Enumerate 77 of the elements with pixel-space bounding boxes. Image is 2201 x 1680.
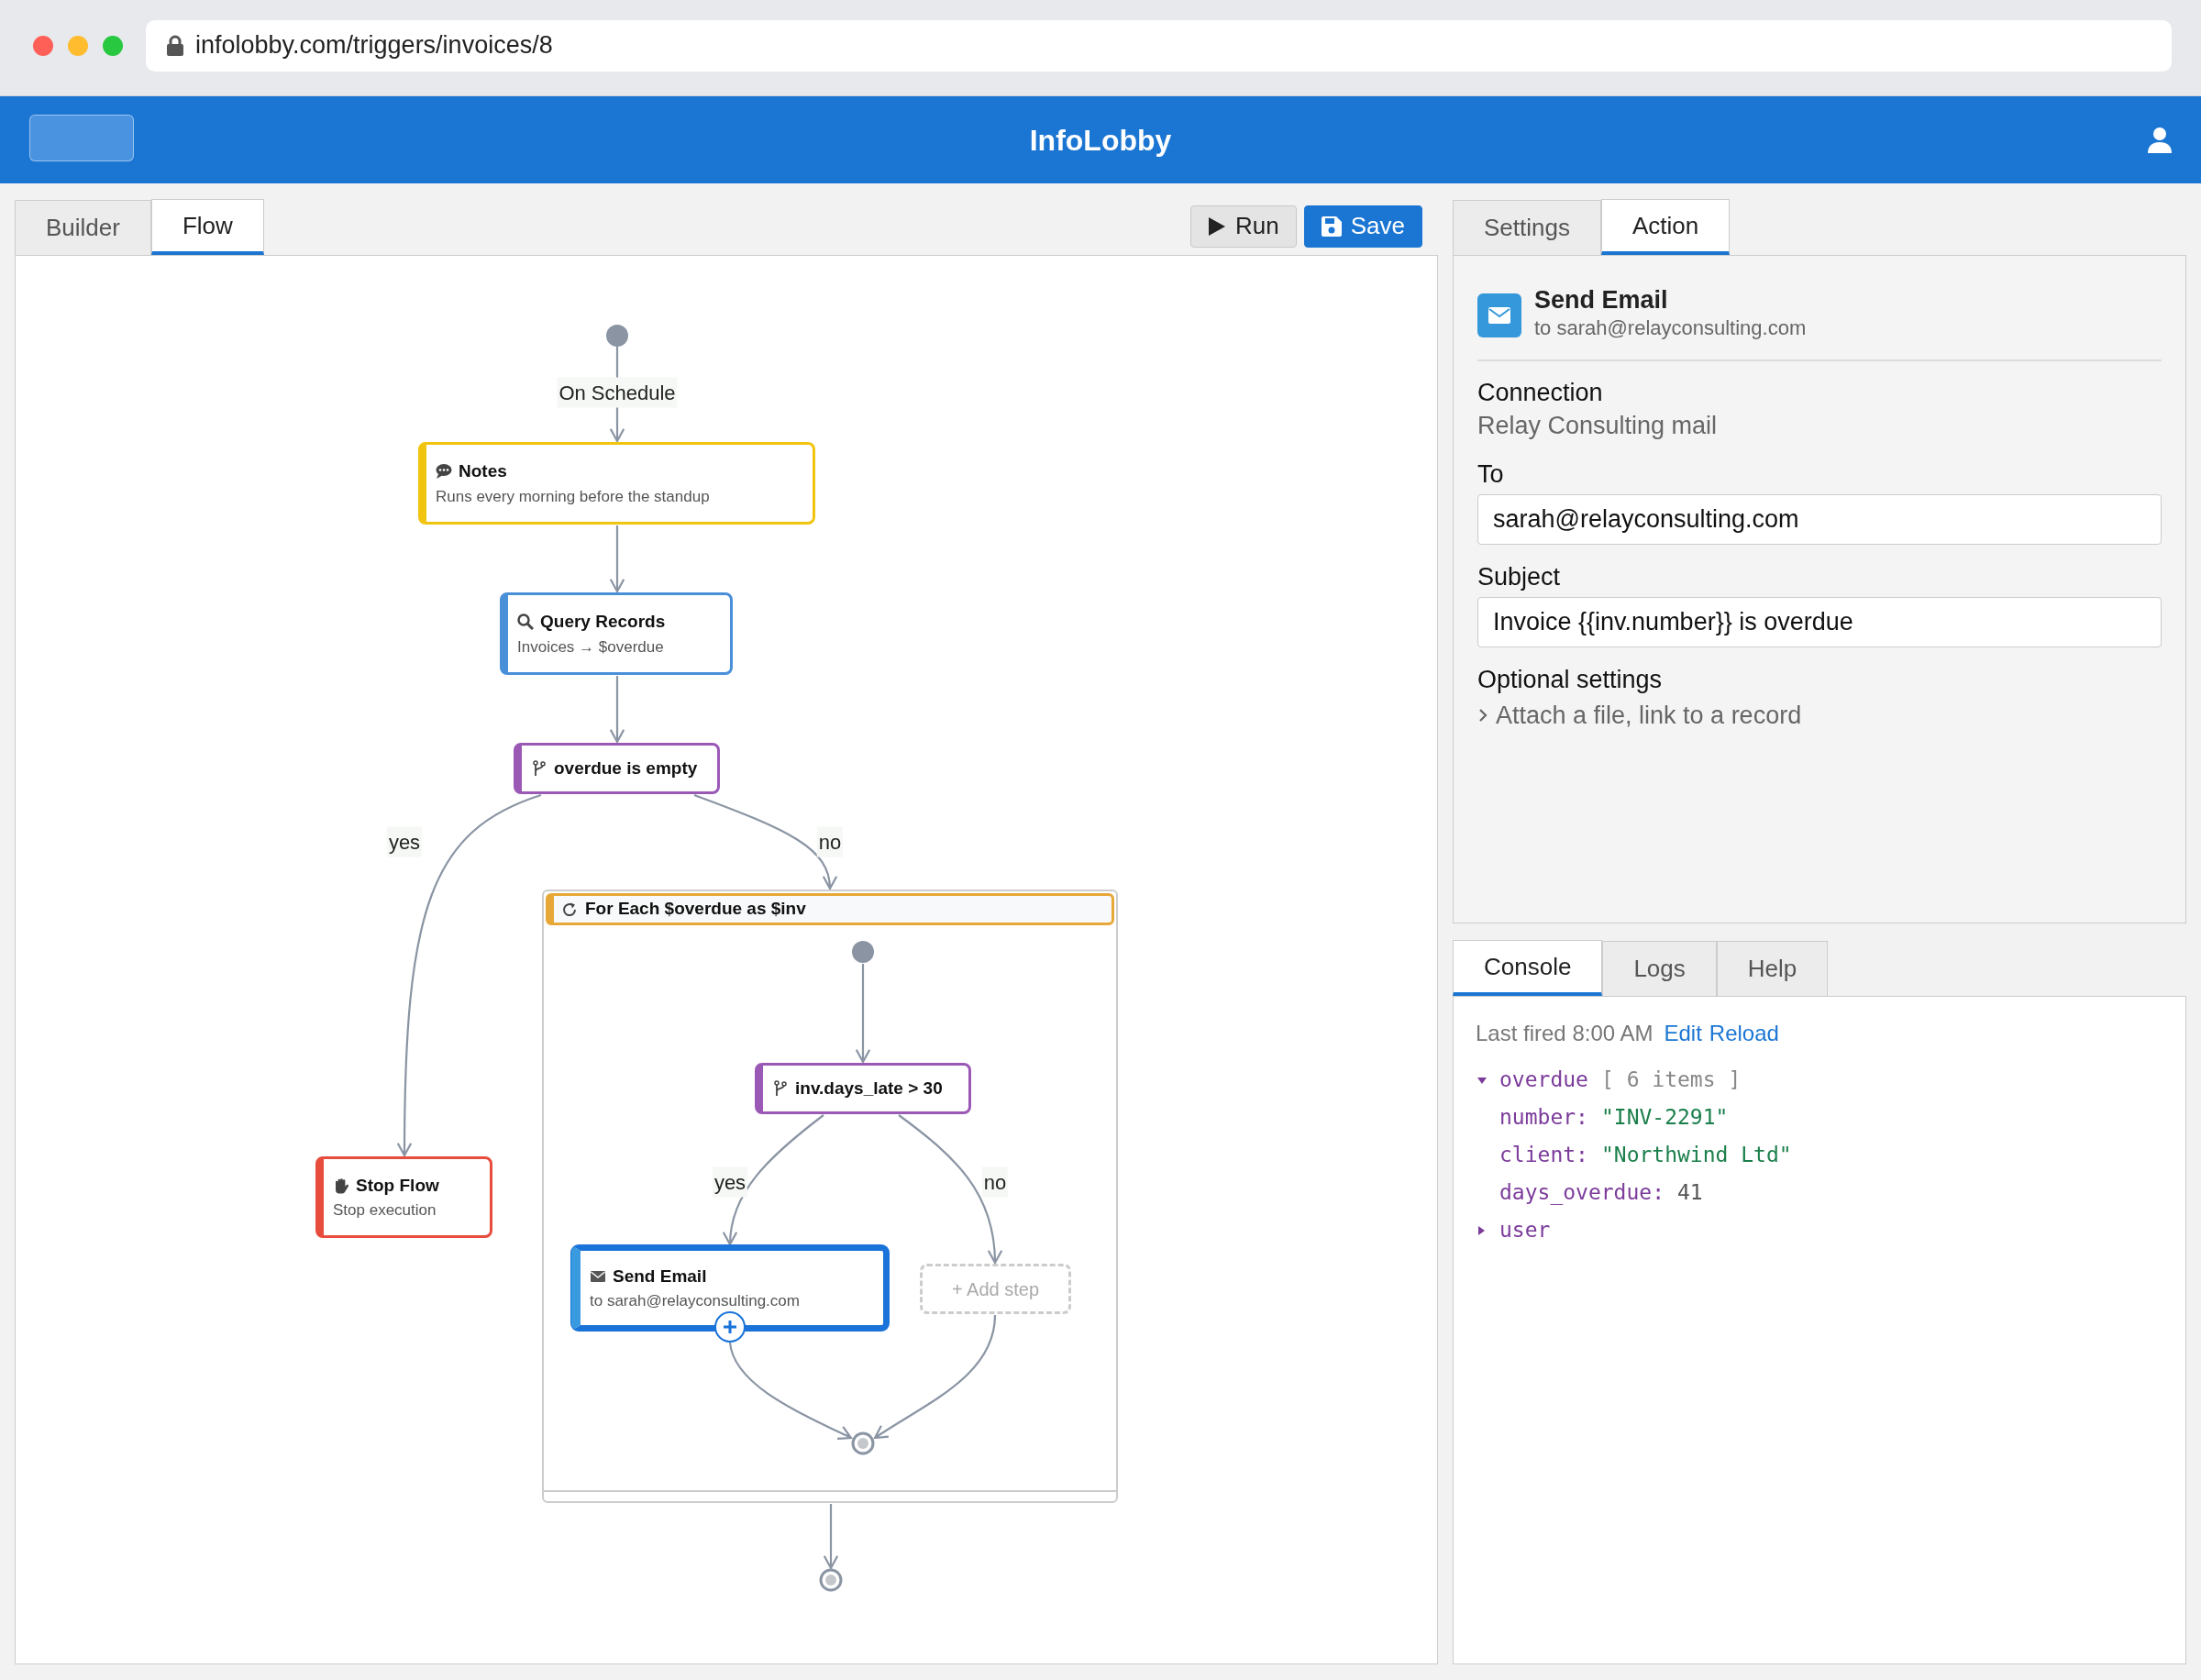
tree-summary: [ 6 items ] [1600, 1067, 1742, 1094]
save-button[interactable]: Save [1303, 204, 1422, 248]
tab[interactable]: Help [1716, 941, 1829, 996]
lock-icon [166, 34, 184, 57]
envelope-icon [1477, 293, 1521, 337]
field-label: Optional settings [1477, 665, 1664, 695]
status-text: Last fired 8:00 AM [1476, 1020, 1654, 1047]
tree-key[interactable]: user [1499, 1214, 1551, 1246]
step-title: Send Email [613, 1265, 707, 1288]
step-title: overdue is empty [554, 757, 698, 779]
field-label: Subject [1477, 562, 1562, 592]
tree-value: "Northwind Ltd" [1600, 1142, 1792, 1169]
edge-label: On Schedule [557, 377, 678, 408]
input-field[interactable]: Invoice {{inv.number}} is overdue [1477, 597, 2162, 647]
url-text: infolobby.com/triggers/invoices/8 [195, 30, 553, 61]
tab[interactable]: Console [1453, 940, 1603, 996]
end-node [851, 1431, 875, 1455]
step-card[interactable]: Query Records Invoices → $overdue [500, 592, 733, 675]
branch-icon [531, 760, 547, 777]
step-title: Stop Flow [356, 1174, 439, 1197]
step-card[interactable]: Stop Flow Stop execution [315, 1156, 492, 1238]
field-label: To [1477, 459, 1505, 490]
loop-header[interactable]: For Each $overdue as $inv [546, 893, 1114, 925]
tab[interactable]: Flow [150, 199, 264, 255]
step-subtitle: Invoices → $overdue [517, 636, 665, 658]
step-subtitle: Stop execution [333, 1200, 437, 1221]
navbar-button[interactable] [29, 114, 134, 161]
step-title: inv.days_late > 30 [795, 1077, 943, 1100]
search-icon [517, 613, 534, 631]
step-card[interactable]: Send Email to sarah@relayconsulting.com [571, 1245, 889, 1331]
user-icon[interactable] [2148, 127, 2172, 153]
play-icon [1208, 216, 1227, 237]
app-title: InfoLobby [1029, 122, 1172, 159]
maximize-window-dot[interactable] [103, 35, 123, 56]
loop-title: For Each $overdue as $inv [585, 898, 806, 921]
tree-key: client: [1499, 1139, 1588, 1171]
tree-key: number: [1499, 1101, 1588, 1133]
console-link[interactable]: Edit [1664, 1017, 1702, 1050]
hand-icon [333, 1177, 349, 1194]
step-subtitle: Runs every morning before the standup [436, 486, 711, 507]
step-title: Query Records [540, 611, 666, 633]
field-label: Connection [1477, 378, 1604, 408]
step-card[interactable]: overdue is empty [514, 743, 720, 794]
chat-bubble-icon [436, 463, 452, 481]
start-node [852, 941, 874, 963]
console-link[interactable]: Reload [1709, 1017, 1779, 1050]
edge-label: no [816, 826, 844, 857]
input-field[interactable]: sarah@relayconsulting.com [1477, 494, 2162, 545]
edge-label: yes [712, 1166, 748, 1198]
tree-key: days_overdue: [1499, 1177, 1665, 1209]
step-card[interactable]: inv.days_late > 30 [755, 1063, 971, 1114]
tab[interactable]: Settings [1453, 200, 1601, 255]
run-button[interactable]: Run [1190, 204, 1297, 248]
tree-key[interactable]: overdue [1499, 1064, 1588, 1096]
end-node [819, 1568, 843, 1592]
start-node [606, 325, 628, 347]
action-title: Send Email [1534, 285, 1669, 315]
expander-link[interactable]: Attach a file, link to a record [1496, 699, 1802, 732]
minimize-window-dot[interactable] [68, 35, 88, 56]
tree-value: 41 [1677, 1179, 1703, 1207]
edge-label: yes [386, 826, 423, 857]
refresh-icon [561, 901, 578, 918]
tree-value: "INV-2291" [1600, 1104, 1729, 1132]
step-title: Notes [459, 460, 507, 482]
field-value: Relay Consulting mail [1477, 411, 1719, 441]
step-subtitle: to sarah@relayconsulting.com [590, 1291, 801, 1311]
close-window-dot[interactable] [33, 35, 53, 56]
step-card[interactable]: Notes Runs every morning before the standup [418, 442, 815, 525]
plus-icon [723, 1320, 737, 1334]
tab[interactable]: Logs [1602, 941, 1717, 996]
action-subtitle: to sarah@relayconsulting.com [1534, 315, 1807, 341]
chevron-icon[interactable] [1477, 708, 1488, 723]
tab[interactable]: Builder [15, 200, 151, 255]
edge-label: no [981, 1166, 1009, 1198]
branch-icon [772, 1080, 789, 1097]
tab[interactable]: Action [1600, 199, 1731, 255]
address-bar[interactable]: infolobby.com/triggers/invoices/8 [146, 19, 2172, 72]
